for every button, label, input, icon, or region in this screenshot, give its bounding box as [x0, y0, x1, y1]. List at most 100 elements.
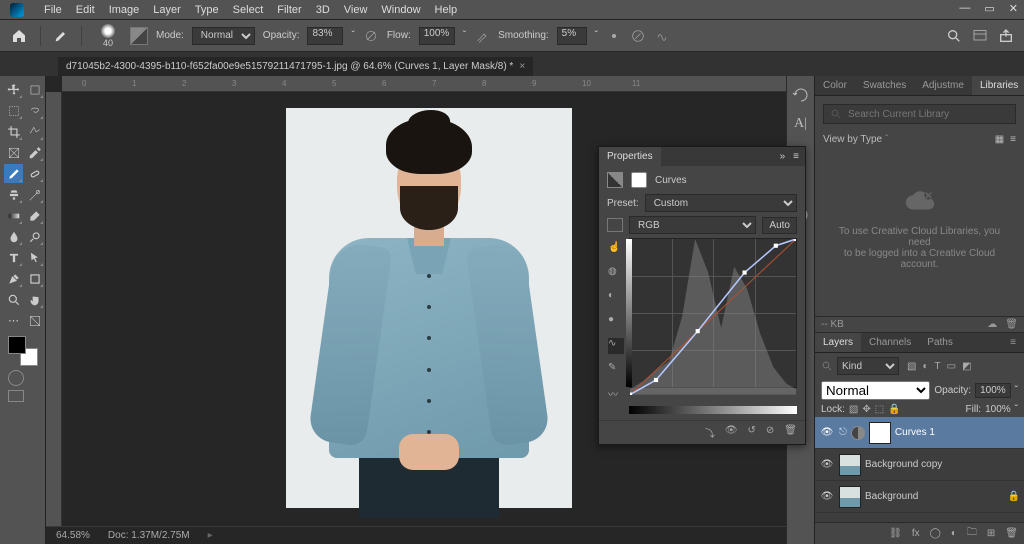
search-icon[interactable] [946, 28, 962, 44]
screen-mode-icon[interactable] [8, 390, 24, 402]
filter-type-icon[interactable]: T [935, 361, 941, 372]
symmetry-icon[interactable] [654, 28, 670, 44]
smoothing-gear-icon[interactable] [606, 28, 622, 44]
doc-size[interactable]: Doc: 1.37M/2.75M [108, 530, 190, 541]
path-select-tool[interactable] [25, 248, 44, 267]
view-by-label[interactable]: View by Type [823, 134, 882, 145]
tab-swatches[interactable]: Swatches [855, 76, 914, 95]
target-adjust-icon[interactable]: ☝ [608, 242, 624, 258]
brush-tool-icon[interactable] [53, 28, 69, 44]
color-swatches[interactable] [8, 336, 38, 366]
horizontal-ruler[interactable]: 0 1 2 3 4 5 6 7 8 9 10 11 [62, 76, 786, 92]
menu-help[interactable]: Help [435, 4, 458, 16]
artboard-tool[interactable] [25, 80, 44, 99]
filter-adjust-icon[interactable]: ◐ [922, 361, 928, 372]
menu-filter[interactable]: Filter [277, 4, 301, 16]
view-previous-icon[interactable]: 👁 [725, 425, 738, 440]
menu-3d[interactable]: 3D [316, 4, 330, 16]
window-minimize-icon[interactable]: — [959, 2, 970, 15]
brush-tool[interactable] [4, 164, 23, 183]
edit-points-icon[interactable]: ∿ [608, 338, 624, 354]
menu-image[interactable]: Image [109, 4, 140, 16]
opacity-field[interactable]: 83% [307, 27, 343, 45]
properties-panel[interactable]: Properties » ≡ Curves Preset: Custom RGB… [598, 146, 806, 445]
tab-paths[interactable]: Paths [919, 333, 961, 352]
layer-row[interactable]: 👁 Background 🔒 [815, 481, 1024, 513]
fx-icon[interactable]: fx [912, 528, 920, 539]
chevron-down-icon[interactable]: ˇ [1015, 404, 1018, 415]
brush-size-preview[interactable]: 40 [94, 22, 122, 50]
layers-menu-icon[interactable]: ≡ [1002, 333, 1024, 352]
airbrush-icon[interactable] [474, 28, 490, 44]
chevron-down-icon[interactable]: ˇ [885, 134, 888, 145]
character-panel-icon[interactable]: A| [794, 116, 807, 132]
more-tools[interactable]: ⋯ [4, 311, 23, 330]
delete-layer-icon[interactable]: 🗑 [1005, 528, 1018, 539]
vertical-ruler[interactable] [46, 92, 62, 544]
menu-edit[interactable]: Edit [76, 4, 95, 16]
toggle-visibility-icon[interactable]: ⊘ [766, 425, 774, 440]
frame-tool[interactable] [4, 143, 23, 162]
trash-icon[interactable]: 🗑 [1005, 319, 1018, 330]
blur-tool[interactable] [4, 227, 23, 246]
group-icon[interactable]: 🗀 [967, 525, 977, 542]
layer-name[interactable]: Curves 1 [895, 427, 935, 438]
tab-close-icon[interactable]: × [519, 61, 525, 72]
clip-to-layer-icon[interactable]: ⤵ [705, 425, 715, 440]
properties-tab[interactable]: Properties [599, 147, 661, 166]
layer-name[interactable]: Background [865, 491, 918, 502]
menu-file[interactable]: File [44, 4, 62, 16]
flow-field[interactable]: 100% [419, 27, 455, 45]
tab-adjustments[interactable]: Adjustme [914, 76, 972, 95]
pressure-opacity-icon[interactable] [363, 28, 379, 44]
list-view-icon[interactable]: ≡ [1010, 134, 1016, 145]
new-layer-icon[interactable]: ⊞ [987, 528, 995, 539]
link-icon[interactable]: ⎋ [839, 427, 847, 438]
lock-all-icon[interactable]: 🔒 [888, 404, 900, 415]
pressure-size-icon[interactable] [630, 28, 646, 44]
cloud-sync-icon[interactable]: ☁ [987, 319, 997, 330]
flow-dropdown-icon[interactable]: ˇ [463, 30, 466, 41]
white-point-icon[interactable]: ◍ [608, 266, 624, 282]
layer-opacity-value[interactable]: 100% [975, 383, 1011, 398]
foreground-color-swatch[interactable] [8, 336, 26, 354]
layer-blend-select[interactable]: Normal [821, 381, 930, 400]
layer-thumb[interactable] [839, 454, 861, 476]
lasso-tool[interactable] [25, 101, 44, 120]
eyedropper-tool[interactable] [25, 143, 44, 162]
tab-color[interactable]: Color [815, 76, 855, 95]
filter-smart-icon[interactable]: ◩ [962, 361, 971, 372]
quick-mask-icon[interactable] [8, 370, 24, 386]
layer-row[interactable]: 👁 ⎋ Curves 1 [815, 417, 1024, 449]
tab-layers[interactable]: Layers [815, 333, 861, 352]
filter-pixel-icon[interactable]: ▧ [907, 361, 916, 372]
fill-value[interactable]: 100% [985, 404, 1011, 415]
link-layers-icon[interactable]: ⛓ [889, 528, 902, 539]
window-restore-icon[interactable]: ▭ [984, 2, 994, 15]
document-canvas[interactable] [286, 108, 572, 508]
lock-position-icon[interactable]: ✥ [862, 404, 870, 415]
pen-tool[interactable] [4, 269, 23, 288]
history-panel-icon[interactable] [792, 86, 810, 104]
clone-stamp-tool[interactable] [4, 185, 23, 204]
menu-layer[interactable]: Layer [153, 4, 181, 16]
quick-select-tool[interactable] [25, 122, 44, 141]
draw-curve-icon[interactable]: ✎ [608, 362, 624, 378]
filter-shape-icon[interactable]: ▭ [947, 361, 956, 372]
smoothing-field[interactable]: 5% [557, 27, 587, 45]
eraser-tool[interactable] [25, 206, 44, 225]
auto-button[interactable]: Auto [762, 217, 797, 234]
crop-tool[interactable] [4, 122, 23, 141]
gradient-tool[interactable] [4, 206, 23, 225]
move-tool[interactable] [4, 80, 23, 99]
curves-graph[interactable] [629, 238, 797, 388]
black-point-icon[interactable]: ● [608, 314, 624, 330]
zoom-value[interactable]: 64.58% [56, 530, 90, 541]
marquee-tool[interactable] [4, 101, 23, 120]
tab-channels[interactable]: Channels [861, 333, 919, 352]
layer-name[interactable]: Background copy [865, 459, 942, 470]
channel-picker-icon[interactable] [607, 218, 623, 232]
dodge-tool[interactable] [25, 227, 44, 246]
preset-select[interactable]: Custom [645, 194, 797, 212]
edit-toolbar[interactable] [25, 311, 44, 330]
